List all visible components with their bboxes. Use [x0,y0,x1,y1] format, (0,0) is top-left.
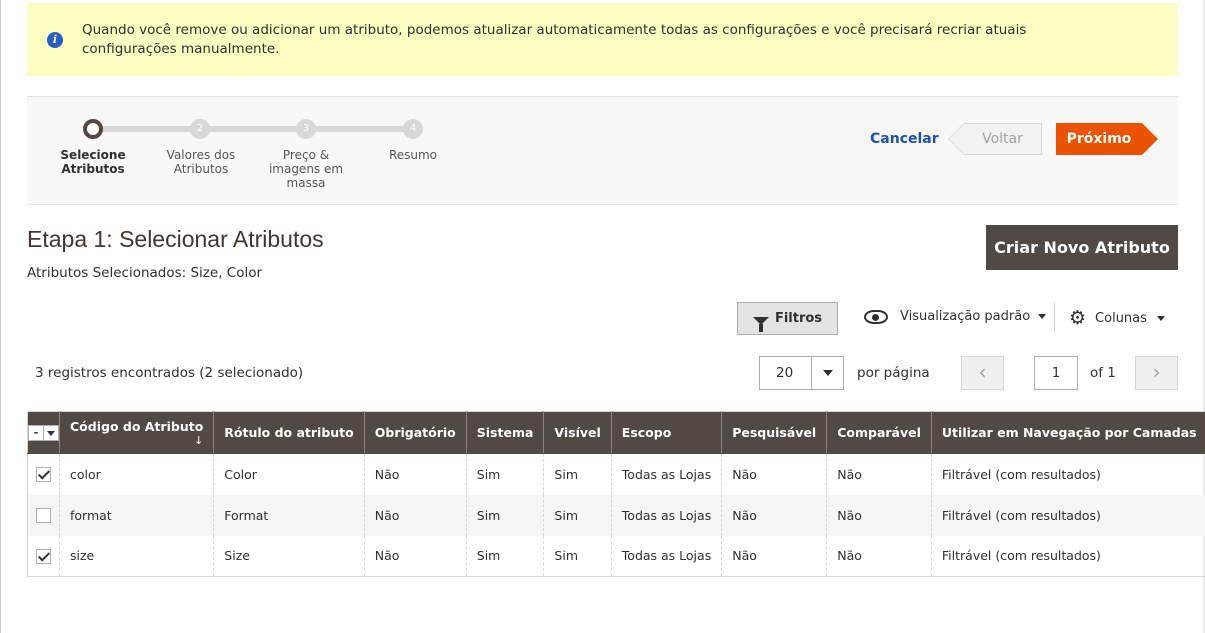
row-checkbox[interactable] [36,548,51,564]
selected-attributes-text: Atributos Selecionados: Size, Color [27,265,263,281]
previous-page-button[interactable]: ‹ [961,356,1004,390]
cell-code: size [59,535,215,577]
cell-layered-navigation: Filtrável (com resultados) [931,494,1205,536]
next-page-button[interactable]: › [1135,356,1178,390]
cell-label: Color [213,453,365,495]
column-header-system[interactable]: Sistema [466,411,545,454]
column-header-code[interactable]: Código do Atributo ↓ [59,411,215,454]
step-2-dot[interactable]: 2 [190,119,210,139]
cell-system: Sim [466,453,545,495]
step-3-label[interactable]: Preço & imagens em massa [263,148,349,190]
page-title: Etapa 1: Selecionar Atributos [27,226,324,252]
cell-visible: Sim [543,494,612,536]
step-1-dot[interactable] [83,119,103,139]
mass-select-header[interactable]: - [27,411,60,454]
wizard-progress-track [93,126,412,132]
columns-dropdown[interactable]: ⚙ Colunas [1069,307,1165,329]
cell-scope: Todas as Lojas [611,535,723,577]
chevron-down-icon [1156,315,1165,321]
columns-label: Colunas [1095,310,1147,326]
row-checkbox-cell[interactable] [27,494,60,536]
filters-button[interactable]: Filtros [737,302,838,335]
gear-icon: ⚙ [1069,307,1087,329]
column-header-comparable[interactable]: Comparável [826,411,932,454]
cell-scope: Todas as Lojas [611,453,723,495]
cell-system: Sim [466,494,545,536]
create-new-attribute-button[interactable]: Criar Novo Atributo [986,225,1178,270]
cell-visible: Sim [543,535,612,577]
column-header-label[interactable]: Rótulo do atributo [213,411,365,454]
per-page-label: por página [857,365,930,381]
left-border [0,0,1,633]
table-header-row: - Código do Atributo ↓ Rótulo do atributo… [27,411,1205,454]
cell-label: Format [213,494,365,536]
cell-label: Size [213,535,365,577]
mass-select-label: - [29,425,44,440]
eye-icon [864,309,888,324]
cell-required: Não [364,535,467,577]
chevron-down-icon[interactable] [44,426,58,440]
cell-searchable: Não [721,494,828,536]
mass-select-control[interactable]: - [28,424,59,441]
cell-searchable: Não [721,535,828,577]
cell-code: format [59,494,215,536]
funnel-icon [752,316,769,332]
row-checkbox-cell[interactable] [27,453,60,495]
view-dropdown[interactable]: Visualização padrão [864,309,1047,324]
cell-code: color [59,453,215,495]
notice-text: Quando você remove ou adicionar um atrib… [82,22,1027,57]
toolbar-divider [1054,302,1055,333]
cell-comparable: Não [826,453,932,495]
next-button[interactable]: Próximo [1056,123,1158,155]
step-1-label[interactable]: Selecione Atributos [38,148,148,176]
row-checkbox[interactable] [36,508,51,523]
chevron-down-icon [1038,314,1047,319]
column-header-scope[interactable]: Escopo [611,411,723,454]
cell-required: Não [364,453,467,495]
table-row[interactable]: size Size Não Sim Sim Todas as Lojas Não… [27,535,1205,577]
page-total-label: of 1 [1090,365,1116,381]
page-number-input[interactable]: 1 [1034,356,1078,390]
row-checkbox-cell[interactable] [27,535,60,577]
cell-layered-navigation: Filtrável (com resultados) [941,548,1101,564]
attributes-table: - Código do Atributo ↓ Rótulo do atributo… [27,411,1205,577]
sort-arrow-icon: ↓ [194,433,204,447]
cell-visible: Sim [543,453,612,495]
cell-comparable: Não [826,535,932,577]
cell-scope: Todas as Lojas [611,494,723,536]
table-row[interactable]: format Format Não Sim Sim Todas as Lojas… [27,494,1205,536]
table-row[interactable]: color Color Não Sim Sim Todas as Lojas N… [27,453,1205,495]
cell-searchable: Não [721,453,828,495]
wizard-steps-bar: 2 3 4 Selecione Atributos Valores dos At… [27,96,1178,205]
step-4-dot[interactable]: 4 [403,119,423,139]
column-header-code-label: Código do Atributo [70,418,204,434]
column-header-searchable[interactable]: Pesquisável [721,411,828,454]
back-button[interactable]: Voltar [948,123,1042,155]
cancel-button[interactable]: Cancelar [870,131,939,147]
records-count: 3 registros encontrados (2 selecionado) [35,365,304,381]
per-page-select[interactable]: 20 [759,356,844,390]
cell-comparable: Não [826,494,932,536]
step-2-label[interactable]: Valores dos Atributos [149,148,253,176]
view-label: Visualização padrão [900,309,1031,324]
column-header-layered-navigation[interactable]: Utilizar em Navegação por Camadas [931,411,1205,454]
info-notice: i Quando você remove ou adicionar um atr… [27,3,1178,76]
info-icon: i [47,32,63,48]
cell-layered-navigation: Filtrável (com resultados) [941,466,1101,482]
chevron-down-icon[interactable] [811,357,843,389]
column-header-required[interactable]: Obrigatório [364,411,467,454]
row-checkbox[interactable] [36,467,51,483]
step-3-dot[interactable]: 3 [296,119,316,139]
cell-system: Sim [466,535,545,577]
step-4-label[interactable]: Resumo [358,148,468,162]
cell-required: Não [364,494,467,536]
column-header-visible[interactable]: Visível [543,411,612,454]
filters-label: Filtros [774,311,823,326]
per-page-value: 20 [776,365,794,381]
